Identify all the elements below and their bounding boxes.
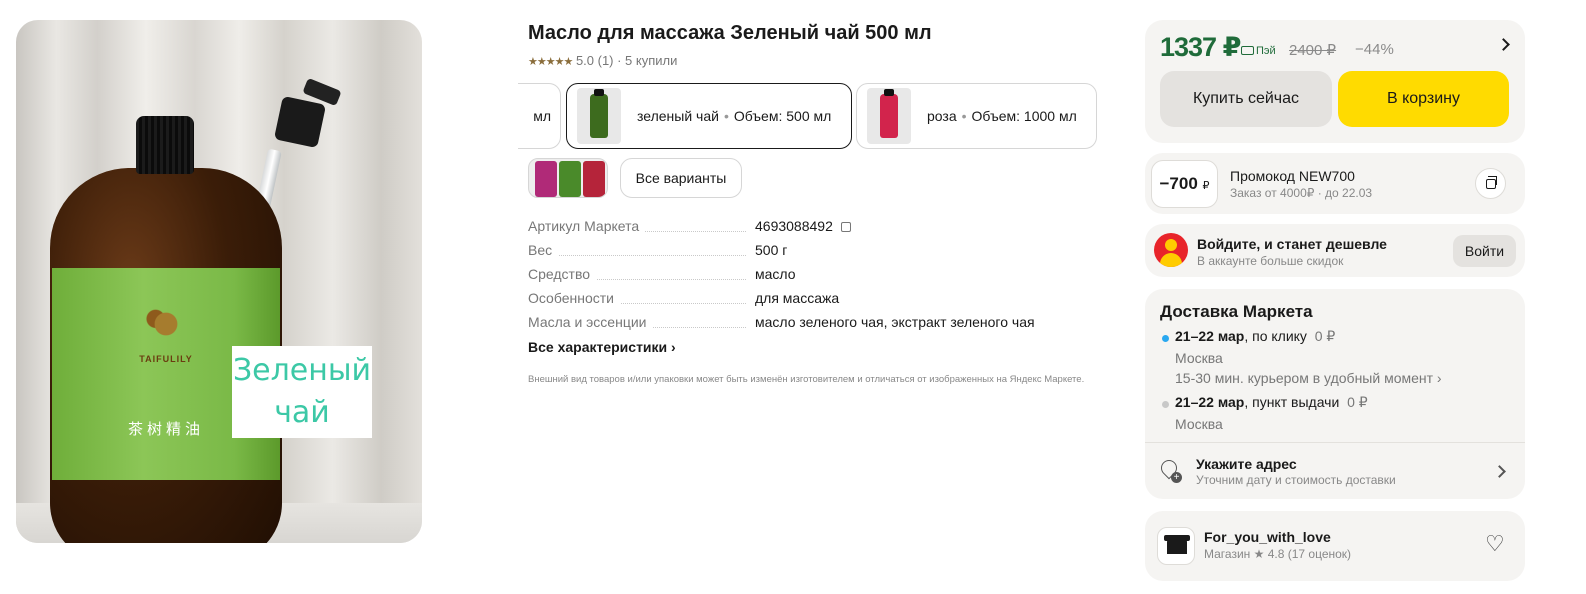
variant-separator: •: [723, 108, 729, 124]
old-price: 2400 ₽: [1289, 42, 1337, 59]
spec-value: для массажа: [755, 290, 840, 306]
shop-rating: Магазин ★ 4.8 (17 оценок): [1204, 547, 1352, 561]
card-icon: [1241, 46, 1254, 55]
promo-amount-badge: −700 ₽: [1151, 160, 1218, 208]
add-to-cart-button[interactable]: В корзину: [1338, 71, 1509, 127]
discount-badge: −44%: [1355, 41, 1394, 58]
photo-caption: Зеленый чай: [232, 346, 372, 438]
shop-card[interactable]: For_you_with_love Магазин ★ 4.8 (17 оцен…: [1145, 511, 1525, 581]
spec-name: Артикул Маркета: [528, 218, 646, 234]
copy-icon: [1486, 176, 1497, 189]
rating-stars-icon: ★★★★★: [528, 56, 573, 68]
all-variants-button[interactable]: Все варианты: [620, 158, 742, 198]
promo-card[interactable]: −700 ₽ Промокод NEW700 Заказ от 4000₽ · …: [1145, 153, 1525, 214]
heart-icon[interactable]: ♡: [1485, 533, 1505, 555]
delivery-option-pickup: 21–22 мар, пункт выдачи 0 ₽: [1175, 394, 1368, 410]
spec-value: масло: [755, 266, 796, 282]
bottle-cap: [136, 116, 194, 174]
copy-icon[interactable]: [840, 222, 851, 233]
delivery-city: Москва: [1175, 416, 1223, 432]
address-subtitle: Уточним дату и стоимость доставки: [1196, 473, 1396, 487]
rating-text: 5.0 (1) · 5 купили: [575, 53, 678, 68]
login-subtitle: В аккаунте больше скидок: [1197, 254, 1344, 268]
price-card: 1337 ₽ Пэй 2400 ₽ −44% Купить сейчас В к…: [1145, 20, 1525, 143]
chevron-right-icon[interactable]: [1493, 465, 1506, 478]
delivery-title: Доставка Маркета: [1160, 302, 1313, 321]
variant-name: зеленый чай: [637, 108, 719, 124]
product-title: Масло для массажа Зеленый чай 500 мл: [528, 22, 932, 44]
buy-now-button[interactable]: Купить сейчас: [1160, 71, 1332, 127]
spec-row: Масла и эссенции масло зеленого чая, экс…: [528, 314, 1088, 338]
variant-name: роза: [927, 108, 957, 124]
pump-head: [273, 95, 327, 149]
all-specs-link[interactable]: Все характеристики ›: [528, 339, 676, 355]
address-title[interactable]: Укажите адрес: [1196, 456, 1297, 472]
variant-label: мл: [533, 108, 551, 124]
spec-name: Масла и эссенции: [528, 314, 653, 330]
spec-name: Средство: [528, 266, 597, 282]
chevron-right-icon[interactable]: [1497, 38, 1510, 51]
spec-row: Средство масло: [528, 266, 1088, 290]
spec-value: 4693088492: [755, 218, 833, 234]
spec-name: Особенности: [528, 290, 620, 306]
tree-logo-icon: [140, 298, 192, 350]
variant-volume: Объем: 1000 мл: [971, 108, 1077, 124]
variant-thumbnail: [867, 88, 911, 144]
spec-row: Вес 500 г: [528, 242, 1088, 266]
promo-subtitle: Заказ от 4000₽ · до 22.03: [1230, 186, 1373, 200]
disclaimer: Внешний вид товаров и/или упаковки может…: [528, 374, 1085, 385]
variant-volume: Объем: 500 мл: [733, 108, 832, 124]
plus-icon: +: [1171, 472, 1182, 483]
specs-list: Артикул Маркета 4693088492 Вес 500 г Сре…: [528, 218, 1088, 338]
variant-card-rose[interactable]: роза • Объем: 1000 мл: [856, 83, 1097, 149]
avatar-icon: [1154, 233, 1188, 267]
product-photo[interactable]: TAIFULILY 茶树精油 Зеленый чай: [16, 20, 422, 543]
spec-value: 500 г: [755, 242, 788, 258]
copy-promo-button[interactable]: [1475, 168, 1506, 199]
current-price: 1337 ₽: [1160, 32, 1241, 62]
delivery-option-courier: 21–22 мар, по клику 0 ₽: [1175, 328, 1336, 344]
delivery-city: Москва: [1175, 350, 1223, 366]
variant-card-green-tea[interactable]: зеленый чай • Объем: 500 мл: [566, 83, 852, 149]
spec-row: Особенности для массажа: [528, 290, 1088, 314]
rating-summary[interactable]: ★★★★★ 5.0 (1) · 5 купили: [528, 53, 677, 68]
spec-value: масло зеленого чая, экстракт зеленого ча…: [755, 314, 1035, 330]
status-dot-icon: [1162, 401, 1169, 408]
variant-separator: •: [961, 108, 967, 124]
status-dot-icon: [1162, 335, 1169, 342]
login-title: Войдите, и станет дешевле: [1197, 236, 1387, 252]
delivery-card: Доставка Маркета 21–22 мар, по клику 0 ₽…: [1145, 289, 1525, 499]
variant-selector: мл зеленый чай • Объем: 500 мл роза • Об…: [518, 83, 1098, 149]
shop-name[interactable]: For_you_with_love: [1204, 529, 1331, 545]
spec-row: Артикул Маркета 4693088492: [528, 218, 1088, 242]
variant-card-partial[interactable]: мл: [518, 83, 561, 149]
variant-thumbnail: [577, 88, 621, 144]
delivery-note-link[interactable]: 15-30 мин. курьером в удобный момент ›: [1175, 370, 1442, 386]
login-card: Войдите, и станет дешевле В аккаунте бол…: [1145, 224, 1525, 277]
promo-title: Промокод NEW700: [1230, 168, 1355, 184]
variant-thumbnails-stack[interactable]: [528, 158, 608, 198]
spec-name: Вес: [528, 242, 559, 258]
login-button[interactable]: Войти: [1453, 235, 1516, 267]
shop-icon: [1157, 527, 1195, 565]
divider: [1145, 442, 1525, 443]
pay-badge: Пэй: [1241, 45, 1276, 57]
